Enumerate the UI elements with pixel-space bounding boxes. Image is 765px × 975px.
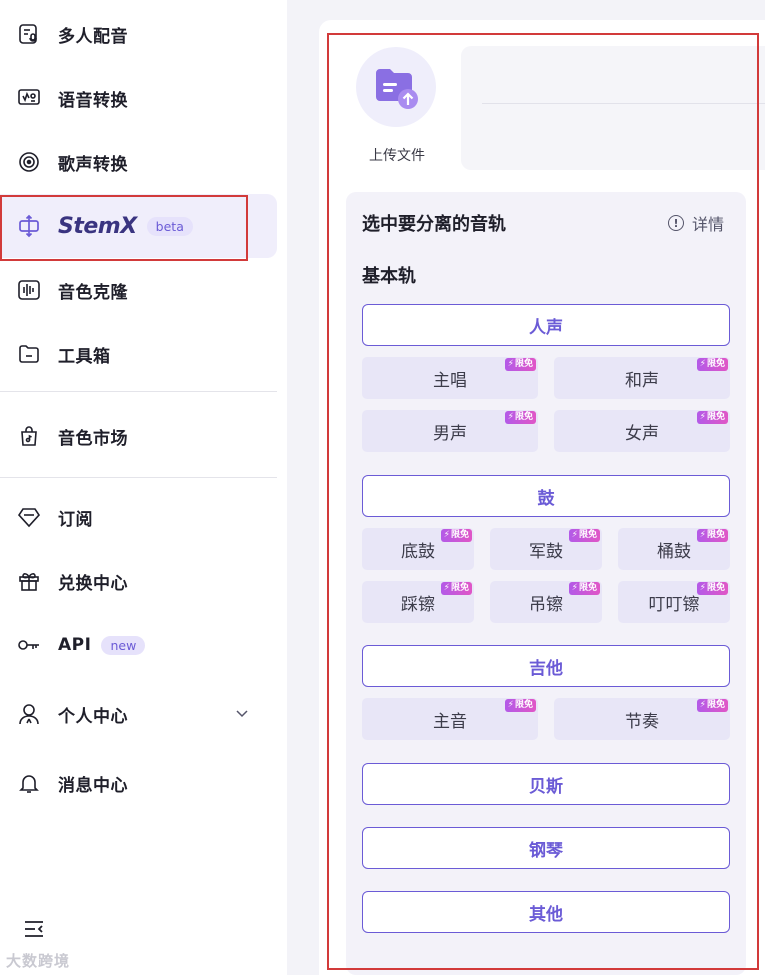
- new-badge: new: [101, 635, 146, 655]
- sidebar-divider: [0, 391, 277, 392]
- vinyl-icon: [16, 149, 42, 175]
- watermark: 大数跨境: [6, 952, 71, 970]
- sidebar-item-label: 多人配音: [58, 26, 128, 47]
- sidebar-item-messages[interactable]: 消息中心: [0, 751, 277, 815]
- sidebar-item-label: 音色市场: [58, 428, 128, 449]
- sidebar-item-api[interactable]: API new: [0, 613, 277, 677]
- collapse-sidebar-icon[interactable]: [22, 917, 46, 941]
- sidebar-item-toolbox[interactable]: 工具箱: [0, 322, 277, 386]
- sidebar-item-label: API: [58, 635, 92, 655]
- bell-icon: [16, 770, 42, 796]
- gift-icon: [16, 568, 42, 594]
- diamond-icon: [16, 504, 42, 530]
- sidebar-item-redeem[interactable]: 兑换中心: [0, 549, 277, 613]
- sidebar-item-voice-clone[interactable]: 音色克隆: [0, 258, 277, 322]
- sidebar-item-label: 兑换中心: [58, 573, 128, 594]
- sidebar-item-multi-voice[interactable]: 多人配音: [0, 2, 277, 66]
- sidebar-item-label: 歌声转换: [58, 154, 128, 175]
- sidebar-item-label: 消息中心: [58, 775, 128, 796]
- sidebar: 多人配音 语音转换 歌声转换 StemX beta 音色克隆 工具箱 音色市场 …: [0, 0, 287, 975]
- market-bag-icon: [16, 423, 42, 449]
- sidebar-item-singing-convert[interactable]: 歌声转换: [0, 130, 277, 194]
- multi-voice-icon: [16, 21, 42, 47]
- sidebar-item-voice-convert[interactable]: 语音转换: [0, 66, 277, 130]
- sidebar-item-label: 订阅: [58, 509, 93, 530]
- user-icon: [16, 701, 42, 727]
- sidebar-item-voice-market[interactable]: 音色市场: [0, 404, 277, 468]
- sidebar-item-label: 工具箱: [58, 346, 111, 367]
- sidebar-item-label: 个人中心: [58, 706, 128, 727]
- highlight-box-main: [327, 33, 759, 970]
- chevron-down-icon[interactable]: [235, 706, 249, 720]
- sidebar-item-label: 音色克隆: [58, 282, 128, 303]
- highlight-box-stemx: [0, 195, 248, 261]
- sidebar-item-label: 语音转换: [58, 90, 128, 111]
- voice-convert-icon: [16, 85, 42, 111]
- sidebar-item-profile[interactable]: 个人中心: [0, 682, 277, 746]
- sidebar-divider: [0, 477, 277, 478]
- key-icon: [16, 632, 42, 658]
- sidebar-item-subscribe[interactable]: 订阅: [0, 485, 277, 549]
- waveform-icon: [16, 277, 42, 303]
- folder-icon: [16, 341, 42, 367]
